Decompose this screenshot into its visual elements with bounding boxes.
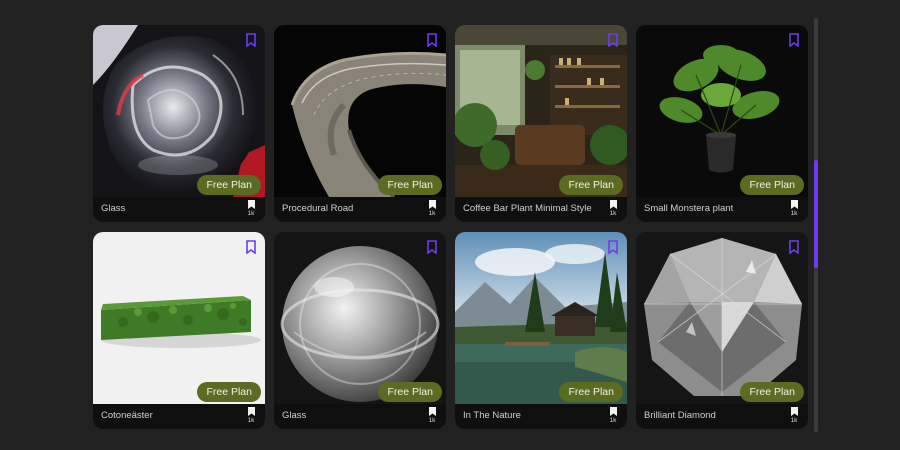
asset-title: Procedural Road [282, 203, 354, 214]
asset-card-footer: Procedural Road 1k [274, 197, 446, 222]
bookmark-filled-icon [428, 407, 436, 416]
bookmark-filled-icon [609, 407, 617, 416]
asset-card-footer: Cotoneäster 1k [93, 404, 265, 429]
free-plan-badge[interactable]: Free Plan [740, 382, 804, 402]
asset-thumbnail[interactable] [93, 232, 265, 404]
save-count[interactable]: 1k [245, 407, 257, 425]
bookmark-outline-icon[interactable] [426, 240, 438, 254]
asset-card[interactable]: Free Plan Brilliant Diamond 1k [636, 232, 808, 429]
asset-thumbnail[interactable] [636, 232, 808, 404]
asset-thumbnail[interactable] [93, 25, 265, 197]
asset-card[interactable]: Free Plan In The Nature 1k [455, 232, 627, 429]
free-plan-badge[interactable]: Free Plan [559, 175, 623, 195]
asset-card-footer: Coffee Bar Plant Minimal Style 1k [455, 197, 627, 222]
bookmark-filled-icon [428, 200, 436, 209]
free-plan-badge[interactable]: Free Plan [740, 175, 804, 195]
asset-thumbnail[interactable] [274, 25, 446, 197]
save-count[interactable]: 1k [788, 200, 800, 218]
free-plan-badge[interactable]: Free Plan [197, 382, 261, 402]
save-count-value: 1k [609, 417, 617, 424]
asset-thumbnail[interactable] [274, 232, 446, 404]
bookmark-filled-icon [609, 200, 617, 209]
save-count-value: 1k [790, 417, 798, 424]
bookmark-outline-icon[interactable] [788, 240, 800, 254]
bookmark-outline-icon[interactable] [788, 33, 800, 47]
save-count[interactable]: 1k [426, 200, 438, 218]
free-plan-badge[interactable]: Free Plan [378, 175, 442, 195]
bookmark-outline-icon[interactable] [245, 33, 257, 47]
save-count-value: 1k [247, 417, 255, 424]
asset-thumbnail[interactable] [455, 25, 627, 197]
asset-title: In The Nature [463, 410, 521, 421]
scrollbar-thumb[interactable] [814, 160, 818, 268]
bookmark-filled-icon [247, 200, 255, 209]
save-count-value: 1k [609, 210, 617, 217]
asset-card[interactable]: Free Plan Glass 1k [93, 25, 265, 222]
asset-title: Brilliant Diamond [644, 410, 716, 421]
asset-card-footer: Small Monstera plant 1k [636, 197, 808, 222]
save-count-value: 1k [428, 417, 436, 424]
asset-title: Small Monstera plant [644, 203, 734, 214]
bookmark-outline-icon[interactable] [607, 240, 619, 254]
asset-card[interactable]: Free Plan Cotoneäster 1k [93, 232, 265, 429]
save-count[interactable]: 1k [245, 200, 257, 218]
asset-card-footer: Glass 1k [274, 404, 446, 429]
bookmark-outline-icon[interactable] [607, 33, 619, 47]
asset-title: Glass [101, 203, 126, 214]
save-count[interactable]: 1k [788, 407, 800, 425]
asset-card-footer: In The Nature 1k [455, 404, 627, 429]
free-plan-badge[interactable]: Free Plan [559, 382, 623, 402]
asset-card[interactable]: Free Plan Glass 1k [274, 232, 446, 429]
bookmark-filled-icon [790, 200, 798, 209]
asset-thumbnail[interactable] [455, 232, 627, 404]
save-count-value: 1k [428, 210, 436, 217]
save-count-value: 1k [790, 210, 798, 217]
asset-card-footer: Brilliant Diamond 1k [636, 404, 808, 429]
asset-card-footer: Glass 1k [93, 197, 265, 222]
bookmark-outline-icon[interactable] [245, 240, 257, 254]
asset-title: Coffee Bar Plant Minimal Style [463, 203, 592, 214]
save-count[interactable]: 1k [607, 407, 619, 425]
bookmark-outline-icon[interactable] [426, 33, 438, 47]
asset-card[interactable]: Free Plan Coffee Bar Plant Minimal Style… [455, 25, 627, 222]
vertical-scrollbar[interactable] [814, 18, 818, 432]
asset-title: Glass [282, 410, 307, 421]
bookmark-filled-icon [247, 407, 255, 416]
asset-title: Cotoneäster [101, 410, 153, 421]
bookmark-filled-icon [790, 407, 798, 416]
save-count-value: 1k [247, 210, 255, 217]
save-count[interactable]: 1k [607, 200, 619, 218]
asset-grid: Free Plan Glass 1k Free Plan Procedural … [93, 25, 808, 429]
asset-card[interactable]: Free Plan Small Monstera plant 1k [636, 25, 808, 222]
save-count[interactable]: 1k [426, 407, 438, 425]
free-plan-badge[interactable]: Free Plan [378, 382, 442, 402]
asset-thumbnail[interactable] [636, 25, 808, 197]
asset-card[interactable]: Free Plan Procedural Road 1k [274, 25, 446, 222]
free-plan-badge[interactable]: Free Plan [197, 175, 261, 195]
